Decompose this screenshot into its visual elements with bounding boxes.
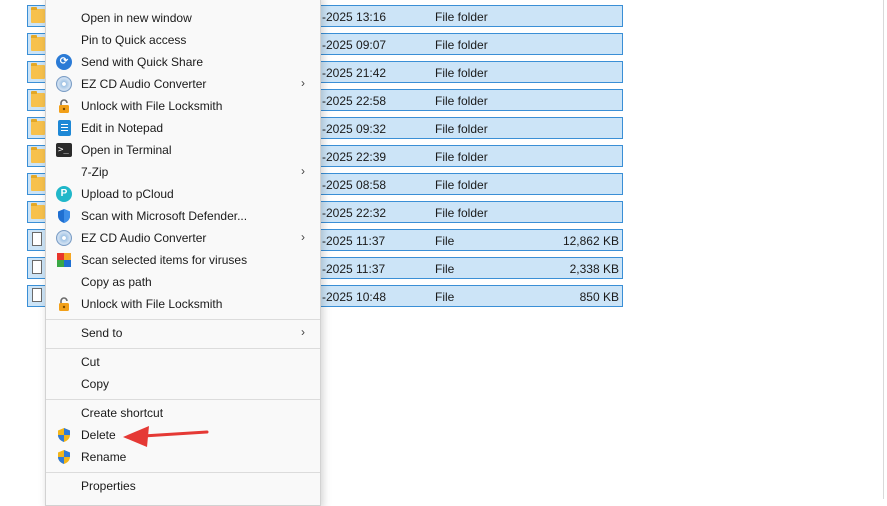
menu-item-label: Scan with Microsoft Defender... (81, 209, 248, 223)
menu-item-scan-viruses[interactable]: Scan selected items for viruses (46, 249, 320, 271)
date-modified: -2025 11:37 (322, 262, 386, 276)
folder-icon (31, 7, 45, 23)
menu-item-label: EZ CD Audio Converter (81, 231, 207, 245)
menu-item-copy[interactable]: Copy (46, 373, 320, 395)
menu-item-unlock-locksmith[interactable]: Unlock with File Locksmith (46, 95, 320, 117)
antivirus-icon (57, 253, 71, 267)
menu-item-label: Copy (81, 377, 110, 391)
folder-icon (31, 203, 45, 219)
file-type: File folder (435, 38, 488, 52)
menu-item-label: Pin to Quick access (81, 33, 187, 47)
menu-item-copy-path[interactable]: Copy as path (46, 271, 320, 293)
date-modified: -2025 11:37 (322, 234, 386, 248)
menu-item-7zip[interactable]: 7-Zip › (46, 161, 320, 183)
menu-item-open-terminal[interactable]: >_ Open in Terminal (46, 139, 320, 161)
lock-icon (59, 99, 69, 113)
date-modified: -2025 21:42 (322, 66, 387, 80)
defender-shield-icon (58, 209, 70, 223)
notepad-icon (58, 120, 71, 136)
menu-item-label: Properties (81, 479, 136, 493)
quick-share-icon: ⟳ (56, 54, 72, 70)
window-edge (883, 0, 884, 499)
menu-item-label: Unlock with File Locksmith (81, 99, 223, 113)
menu-item-label: Send with Quick Share (81, 55, 204, 69)
menu-item-edit-notepad[interactable]: Edit in Notepad (46, 117, 320, 139)
cd-icon (56, 230, 72, 246)
menu-item-properties[interactable]: Properties (46, 475, 320, 497)
menu-item-label: Copy as path (81, 275, 152, 289)
folder-icon (31, 147, 45, 163)
file-type: File folder (435, 122, 488, 136)
file-type: File folder (435, 10, 488, 24)
date-modified: -2025 22:39 (322, 150, 387, 164)
menu-item-label: Edit in Notepad (81, 121, 164, 135)
menu-item-send-to[interactable]: Send to › (46, 322, 320, 344)
menu-item-label: Cut (81, 355, 100, 369)
menu-item-cut[interactable]: Cut (46, 351, 320, 373)
menu-item-upload-pcloud[interactable]: P Upload to pCloud (46, 183, 320, 205)
chevron-right-icon: › (301, 325, 305, 339)
folder-icon (31, 91, 45, 107)
menu-separator (46, 472, 320, 473)
file-type: File (435, 234, 455, 248)
chevron-right-icon: › (301, 76, 305, 90)
folder-icon (31, 119, 45, 135)
cd-icon (56, 76, 72, 92)
menu-item-unlock-locksmith-2[interactable]: Unlock with File Locksmith (46, 293, 320, 315)
annotation-arrow (123, 426, 209, 447)
menu-item-label: EZ CD Audio Converter (81, 77, 207, 91)
menu-separator (46, 399, 320, 400)
menu-item-ez-cd-converter-2[interactable]: EZ CD Audio Converter › (46, 227, 320, 249)
terminal-icon: >_ (56, 143, 72, 157)
menu-item-label: Open in new window (81, 11, 192, 25)
file-icon (32, 232, 42, 246)
menu-item-label: Upload to pCloud (81, 187, 174, 201)
file-size: 12,862 KB (562, 234, 619, 248)
menu-item-scan-defender[interactable]: Scan with Microsoft Defender... (46, 205, 320, 227)
menu-item-label: Delete (81, 428, 116, 442)
date-modified: -2025 10:48 (322, 290, 387, 304)
chevron-right-icon: › (301, 164, 305, 178)
folder-icon (31, 63, 45, 79)
file-type: File (435, 262, 455, 276)
menu-item-send-quick-share[interactable]: ⟳ Send with Quick Share (46, 51, 320, 73)
menu-separator (46, 348, 320, 349)
menu-item-label: Create shortcut (81, 406, 164, 420)
date-modified: -2025 09:32 (322, 122, 387, 136)
date-modified: -2025 22:58 (322, 94, 387, 108)
date-modified: -2025 08:58 (322, 178, 387, 192)
pcloud-icon: P (56, 186, 72, 202)
file-type: File folder (435, 178, 488, 192)
menu-item-label: Unlock with File Locksmith (81, 297, 223, 311)
file-type: File folder (435, 150, 488, 164)
lock-icon (59, 297, 69, 311)
file-type: File (435, 290, 455, 304)
menu-item-label: Rename (81, 450, 127, 464)
folder-icon (31, 35, 45, 51)
menu-item-label: Open in Terminal (81, 143, 172, 157)
file-icon (32, 288, 42, 302)
date-modified: -2025 13:16 (322, 10, 387, 24)
uac-shield-icon (58, 450, 70, 464)
menu-item-pin-quick-access[interactable]: Pin to Quick access (46, 29, 320, 51)
date-modified: -2025 09:07 (322, 38, 387, 52)
file-type: File folder (435, 206, 488, 220)
menu-item-label: Scan selected items for viruses (81, 253, 248, 267)
chevron-right-icon: › (301, 230, 305, 244)
menu-item-open-new-window[interactable]: Open in new window (46, 7, 320, 29)
file-type: File folder (435, 66, 488, 80)
folder-icon (31, 175, 45, 191)
menu-item-label: Send to (81, 326, 123, 340)
file-size: 2,338 KB (569, 262, 619, 276)
file-size: 850 KB (579, 290, 619, 304)
menu-separator (46, 319, 320, 320)
uac-shield-icon (58, 428, 70, 442)
menu-item-ez-cd-converter[interactable]: EZ CD Audio Converter › (46, 73, 320, 95)
file-type: File folder (435, 94, 488, 108)
date-modified: -2025 22:32 (322, 206, 387, 220)
menu-item-label: 7-Zip (81, 165, 109, 179)
file-icon (32, 260, 42, 274)
